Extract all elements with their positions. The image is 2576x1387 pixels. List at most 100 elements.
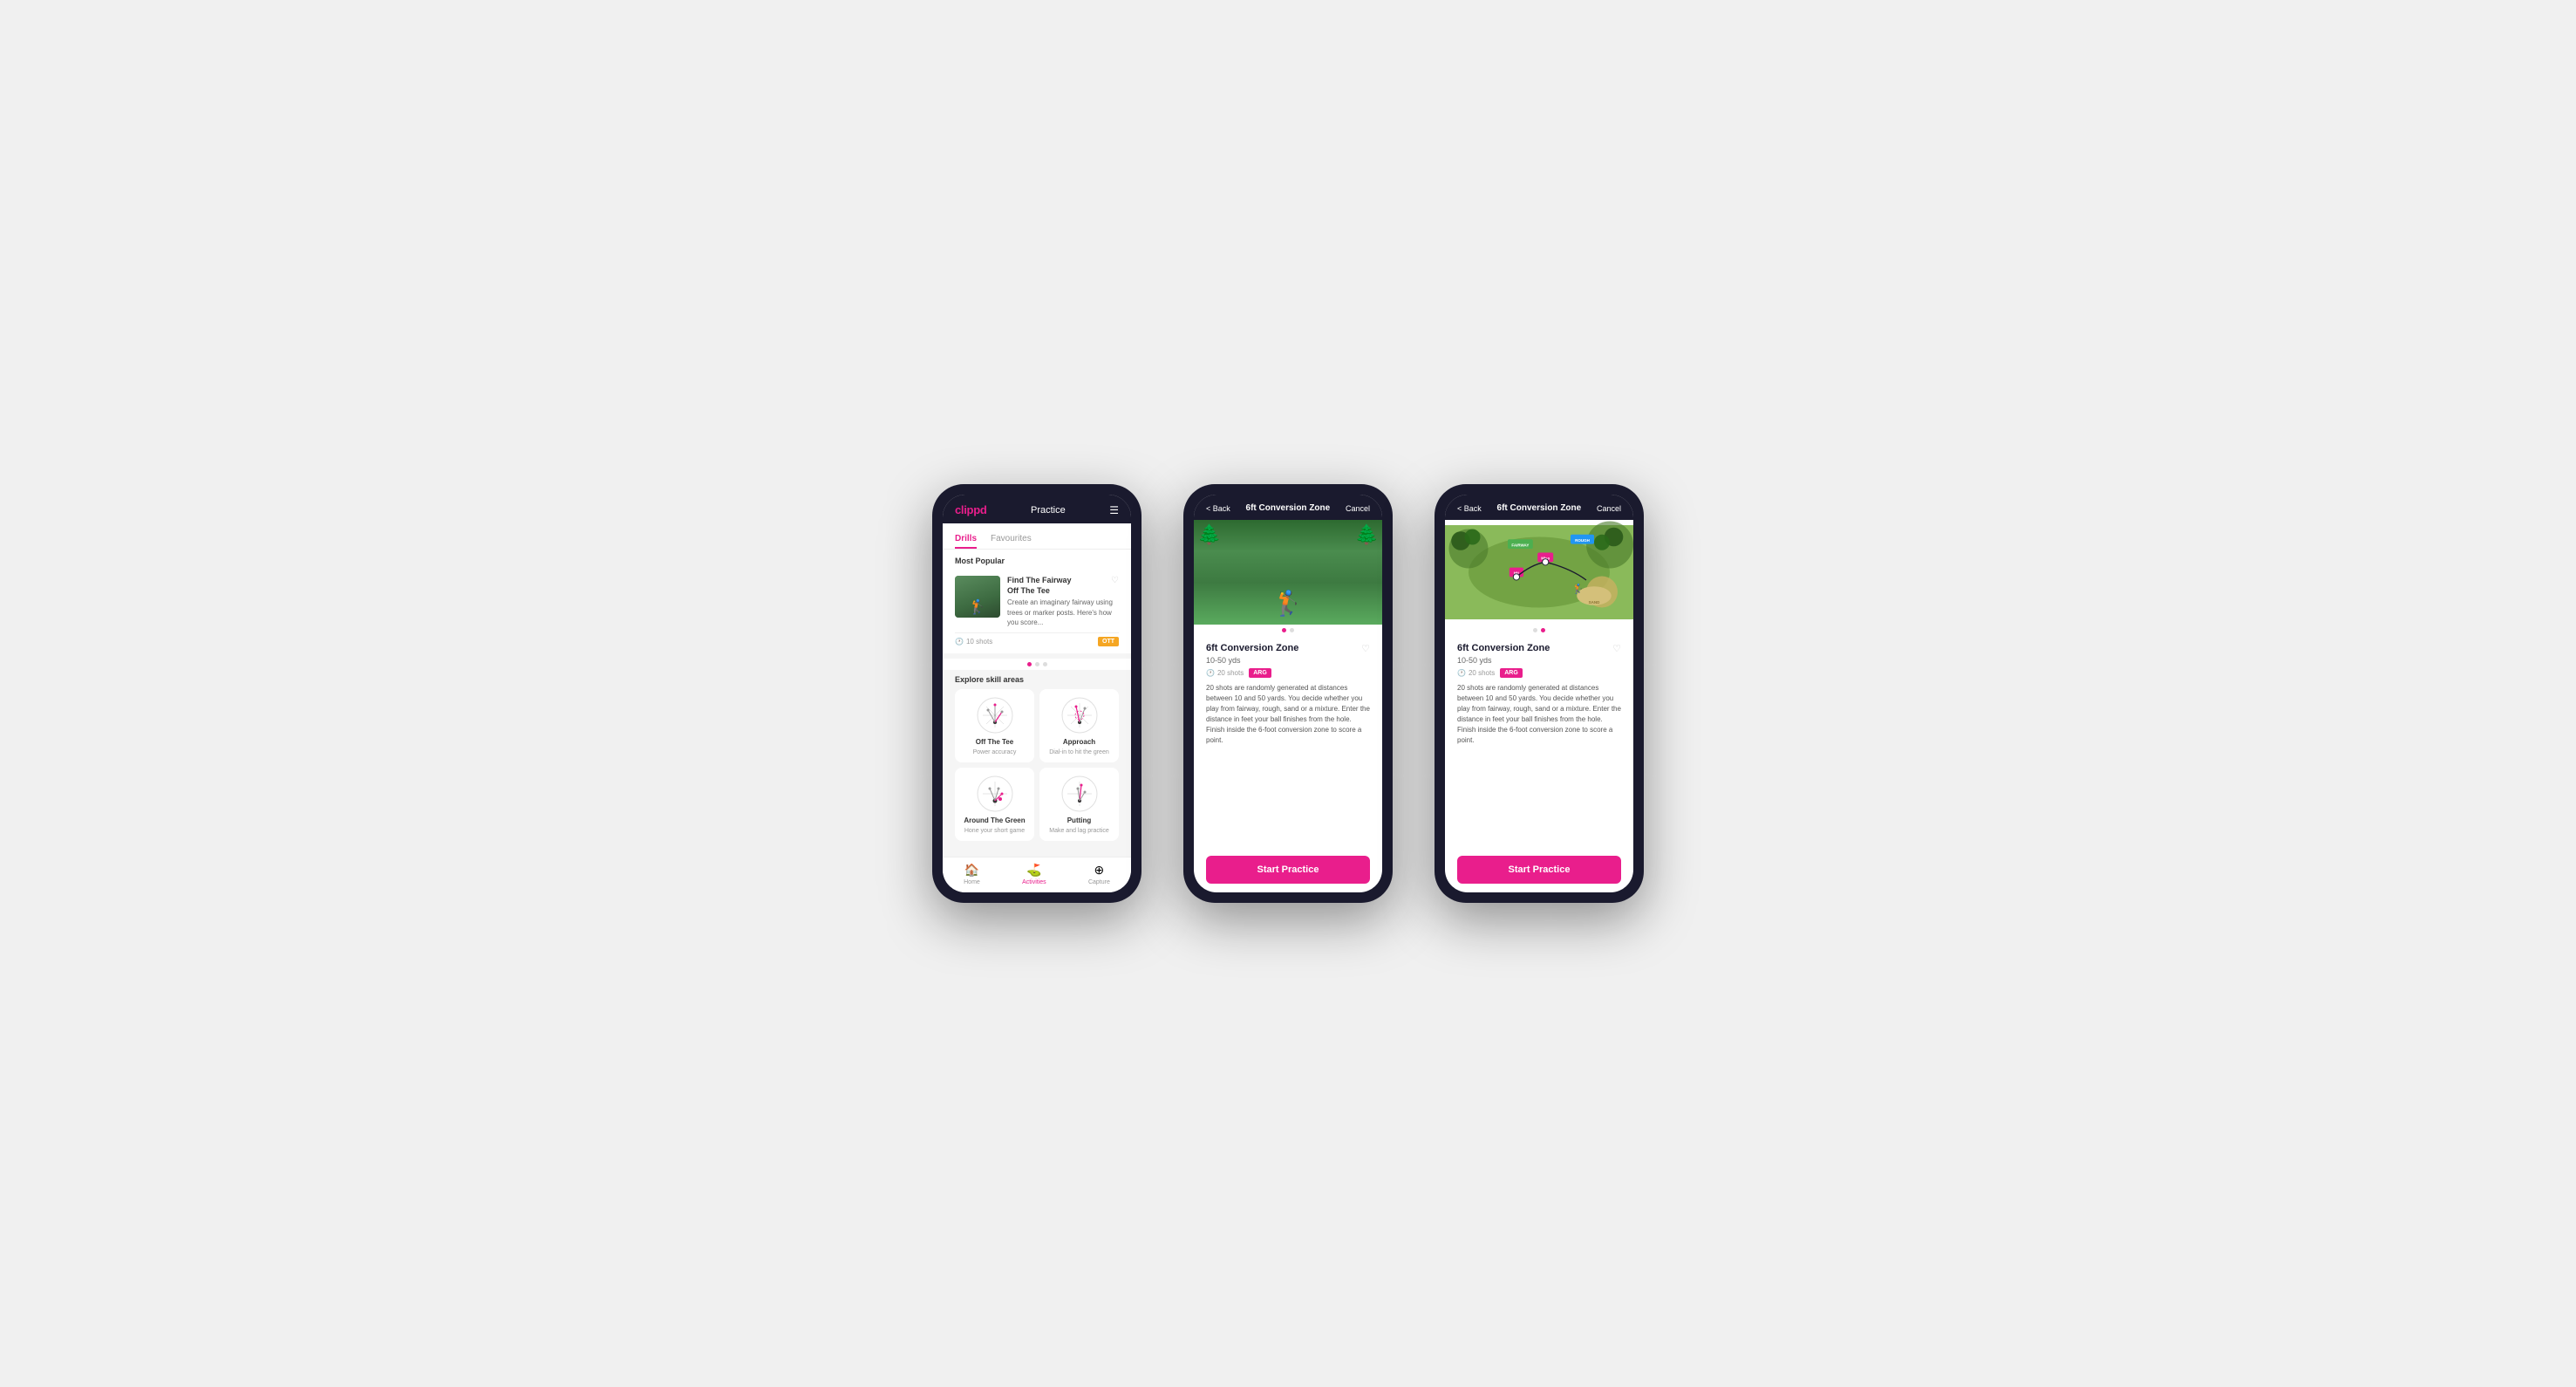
heart-icon[interactable]: ♡	[1361, 643, 1370, 654]
shots-info: 🕐 10 shots	[955, 638, 992, 646]
atg-skill-desc: Hone your short game	[964, 828, 1025, 834]
featured-info: Find The Fairway Off The Tee Create an i…	[1007, 576, 1119, 627]
skill-card-approach[interactable]: Approach Dial-in to hit the green	[1039, 689, 1119, 762]
drill-description: Create an imaginary fairway using trees …	[1007, 598, 1119, 627]
drill-yards: 10-50 yds	[1206, 656, 1370, 665]
nav-home[interactable]: 🏠 Home	[964, 863, 980, 885]
img-dot-3-1	[1533, 628, 1537, 632]
ott-skill-icon	[976, 696, 1014, 734]
drill-title: Find The Fairway	[1007, 576, 1119, 586]
back-button[interactable]: < Back	[1206, 504, 1230, 513]
home-indicator-1	[1019, 885, 1054, 887]
svg-text:SAND: SAND	[1589, 600, 1601, 605]
drill-title: 6ft Conversion Zone	[1206, 643, 1298, 653]
drill-description-3: 20 shots are randomly generated at dista…	[1457, 683, 1621, 746]
ott-badge: OTT	[1098, 637, 1119, 646]
home-label: Home	[964, 879, 980, 885]
phone-1: clippd Practice ☰ Drills Favourites Most…	[932, 484, 1141, 903]
nav-activities[interactable]: ⛳ Activities	[1022, 863, 1046, 885]
tab-favourites[interactable]: Favourites	[991, 530, 1032, 549]
featured-footer: 🕐 10 shots OTT	[955, 632, 1119, 646]
clock-icon: 🕐	[1206, 669, 1215, 677]
drill-description: 20 shots are randomly generated at dista…	[1206, 683, 1370, 746]
featured-card[interactable]: ♡ Find The Fairway Off The Tee Create an…	[943, 569, 1131, 653]
start-practice-button-3[interactable]: Start Practice	[1457, 856, 1621, 884]
most-popular-title: Most Popular	[943, 550, 1131, 569]
clock-icon: 🕐	[955, 638, 964, 646]
phone-2-screen: < Back 6ft Conversion Zone Cancel 🌲 🌲 🏌️	[1194, 495, 1382, 892]
atg-skill-icon	[976, 775, 1014, 813]
drill-meta-3: 🕐 20 shots ARG	[1457, 668, 1621, 678]
drill-detail-info: 6ft Conversion Zone ♡ 10-50 yds 🕐 20 sho…	[1194, 636, 1382, 856]
heart-icon-3[interactable]: ♡	[1612, 643, 1621, 654]
approach-skill-desc: Dial-in to hit the green	[1049, 749, 1108, 755]
featured-card-inner: Find The Fairway Off The Tee Create an i…	[955, 576, 1119, 627]
trees-right-icon: 🌲	[1355, 523, 1379, 546]
ott-skill-name: Off The Tee	[976, 738, 1013, 746]
svg-text:FAIRWAY: FAIRWAY	[1511, 543, 1529, 547]
phone-2: < Back 6ft Conversion Zone Cancel 🌲 🌲 🏌️	[1183, 484, 1393, 903]
drill-title-3: 6ft Conversion Zone	[1457, 643, 1550, 653]
cancel-button[interactable]: Cancel	[1346, 504, 1370, 513]
explore-section: Explore skill areas	[943, 670, 1131, 844]
drill-yards-3: 10-50 yds	[1457, 656, 1621, 665]
capture-label: Capture	[1088, 879, 1110, 885]
home-indicator-3	[1522, 885, 1557, 887]
carousel-dots	[943, 659, 1131, 670]
skill-card-putting[interactable]: Putting Make and lag practice	[1039, 768, 1119, 841]
svg-text:ROUGH: ROUGH	[1575, 538, 1590, 543]
hamburger-icon[interactable]: ☰	[1109, 504, 1119, 516]
header-title: Practice	[1031, 505, 1066, 516]
approach-skill-name: Approach	[1063, 738, 1095, 746]
detail-title-row: 6ft Conversion Zone ♡	[1206, 643, 1370, 654]
img-dot-3-2	[1541, 628, 1545, 632]
nav-capture[interactable]: ⊕ Capture	[1088, 863, 1110, 885]
drill-map: FAIRWAY ROUGH Hit Miss 🏌️	[1445, 520, 1633, 625]
tabs-bar: Drills Favourites	[943, 523, 1131, 550]
phone3-header: < Back 6ft Conversion Zone Cancel	[1445, 495, 1633, 520]
dot-1	[1027, 662, 1032, 666]
drill-subtitle: Off The Tee	[1007, 586, 1119, 597]
phone3-header-title: 6ft Conversion Zone	[1497, 503, 1582, 513]
drill-photo: 🌲 🌲 🏌️	[1194, 520, 1382, 625]
skill-card-ott[interactable]: Off The Tee Power accuracy	[955, 689, 1034, 762]
putting-skill-name: Putting	[1067, 816, 1092, 824]
svg-text:🏌️: 🏌️	[1572, 584, 1584, 595]
phone1-content: Most Popular ♡ Find The Fairway Off The …	[943, 550, 1131, 857]
tab-drills[interactable]: Drills	[955, 530, 977, 549]
capture-icon: ⊕	[1094, 863, 1105, 878]
drill-meta: 🕐 20 shots ARG	[1206, 668, 1370, 678]
home-icon: 🏠	[964, 863, 979, 878]
heart-icon[interactable]: ♡	[1111, 576, 1119, 585]
putting-skill-icon	[1060, 775, 1099, 813]
dot-3	[1043, 662, 1047, 666]
clock-icon-3: 🕐	[1457, 669, 1466, 677]
dot-2	[1035, 662, 1039, 666]
golf-map-svg: FAIRWAY ROUGH Hit Miss 🏌️	[1445, 520, 1633, 625]
putting-skill-desc: Make and lag practice	[1049, 828, 1108, 834]
image-dots-3	[1445, 625, 1633, 636]
shots-count-3: 🕐 20 shots	[1457, 669, 1495, 677]
phone2-header-title: 6ft Conversion Zone	[1246, 503, 1331, 513]
start-practice-button[interactable]: Start Practice	[1206, 856, 1370, 884]
phone-1-screen: clippd Practice ☰ Drills Favourites Most…	[943, 495, 1131, 892]
phone-3-screen: < Back 6ft Conversion Zone Cancel	[1445, 495, 1633, 892]
phone-3: < Back 6ft Conversion Zone Cancel	[1435, 484, 1644, 903]
back-button-3[interactable]: < Back	[1457, 504, 1482, 513]
explore-title: Explore skill areas	[955, 675, 1119, 684]
detail-title-row-3: 6ft Conversion Zone ♡	[1457, 643, 1621, 654]
image-dots	[1194, 625, 1382, 636]
skill-card-atg[interactable]: Around The Green Hone your short game	[955, 768, 1034, 841]
phones-container: clippd Practice ☰ Drills Favourites Most…	[932, 484, 1644, 903]
trees-left-icon: 🌲	[1197, 523, 1221, 546]
drill-thumbnail	[955, 576, 1000, 618]
approach-skill-icon	[1060, 696, 1099, 734]
atg-skill-name: Around The Green	[964, 816, 1025, 824]
clippd-logo: clippd	[955, 503, 986, 516]
shots-count: 🕐 20 shots	[1206, 669, 1244, 677]
skill-grid: Off The Tee Power accuracy	[955, 689, 1119, 841]
img-dot-2	[1290, 628, 1294, 632]
cancel-button-3[interactable]: Cancel	[1597, 504, 1621, 513]
activities-icon: ⛳	[1026, 863, 1041, 878]
phone1-header: clippd Practice ☰	[943, 495, 1131, 523]
